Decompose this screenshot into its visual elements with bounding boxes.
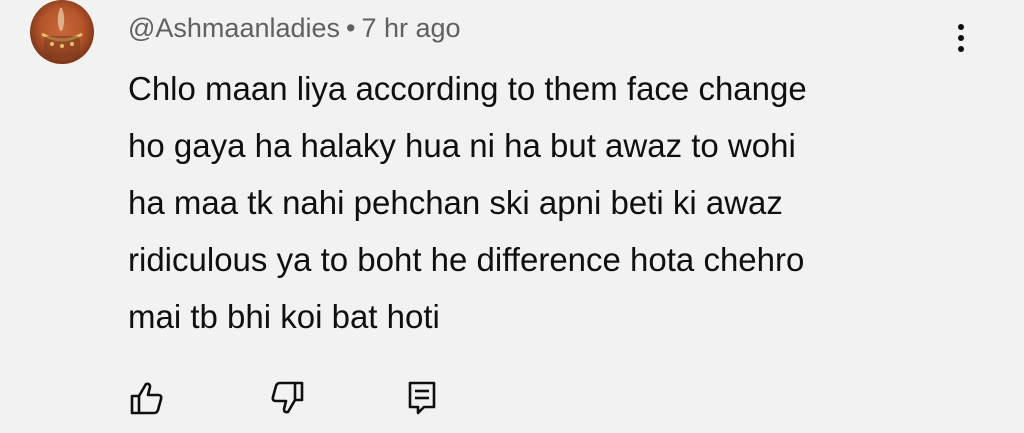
comment-text-line: ridiculous ya to boht he difference hota… <box>128 241 805 278</box>
comment-text: Chlo maan liya according to them face ch… <box>128 60 958 345</box>
comment-text-line: Chlo maan liya according to them face ch… <box>128 70 807 107</box>
vertical-ellipsis-icon <box>958 24 964 30</box>
author-avatar[interactable] <box>30 0 94 64</box>
reply-button[interactable] <box>400 376 444 420</box>
author-name[interactable]: @Ashmaanladies <box>128 13 340 43</box>
comment-timestamp[interactable]: 7 hr ago <box>361 13 460 43</box>
comment-text-line: mai tb bhi koi bat hoti <box>128 298 440 335</box>
meta-separator: • <box>346 13 356 43</box>
thumbs-up-icon <box>130 382 163 415</box>
more-options-button[interactable] <box>946 16 976 60</box>
comment-card: @Ashmaanladies • 7 hr ago Chlo maan liya a… <box>0 0 1024 433</box>
dislike-button[interactable] <box>266 376 310 420</box>
thumbs-down-icon <box>271 381 304 414</box>
comment-text-line: ho gaya ha halaky hua ni ha but awaz to … <box>128 127 796 164</box>
like-button[interactable] <box>124 376 168 420</box>
reply-comment-icon <box>408 381 436 415</box>
comment-text-line: ha maa tk nahi pehchan ski apni beti ki … <box>128 184 783 221</box>
comment-actions <box>0 376 1024 422</box>
comment-meta: @Ashmaanladies • 7 hr ago <box>128 10 461 46</box>
